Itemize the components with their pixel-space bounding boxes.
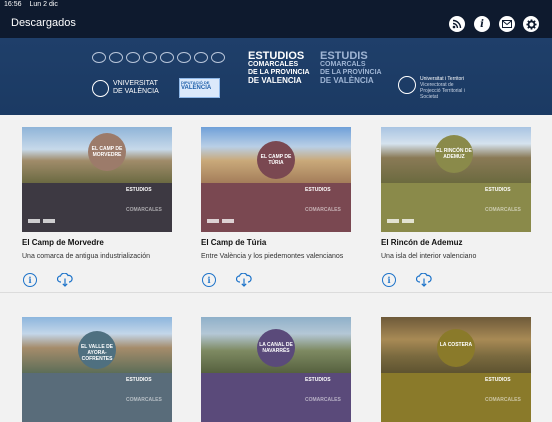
cover-logos bbox=[28, 219, 55, 223]
card-subtitle: Entre València y los piedemontes valenci… bbox=[201, 253, 344, 260]
university-name-2: DE VALÈNCIA bbox=[113, 88, 159, 95]
nav-bar: Descargados i bbox=[0, 10, 552, 38]
mail-icon[interactable] bbox=[499, 16, 515, 32]
info-button[interactable]: i bbox=[23, 273, 37, 287]
book-cover[interactable]: EL VALLE DE AYORA-COFRENTES ESTUDIOS COM… bbox=[22, 317, 172, 422]
cover-badge: EL RINCÓN DE ADEMUZ bbox=[435, 135, 473, 173]
header-banner: VNIVERSITAT DE VALÈNCIA DIPUTACIÓ DE VAL… bbox=[0, 38, 552, 115]
book-card[interactable]: LA COSTERA ESTUDIOS COMARCALES bbox=[381, 317, 531, 422]
cover-series: ESTUDIOS bbox=[305, 187, 331, 193]
collection-title-es: ESTUDIOS COMARCALES DE LA PROVINCIA DE V… bbox=[248, 50, 310, 85]
book-card[interactable]: EL RINCÓN DE ADEMUZ ESTUDIOS COMARCALES … bbox=[381, 127, 531, 287]
cover-series-sub: COMARCALES bbox=[485, 397, 521, 403]
status-bar: 16:56 Lun 2 dic bbox=[0, 0, 552, 10]
rss-icon[interactable] bbox=[449, 16, 465, 32]
cover-series-sub: COMARCALES bbox=[305, 397, 341, 403]
partner-logos bbox=[92, 52, 225, 63]
cover-series: ESTUDIOS bbox=[126, 377, 152, 383]
cover-badge: EL CAMP DE TÚRIA bbox=[257, 141, 295, 179]
card-actions: i bbox=[22, 273, 172, 287]
partner-logo bbox=[177, 52, 191, 63]
partner-logo bbox=[211, 52, 225, 63]
book-card[interactable]: EL CAMP DE TÚRIA ESTUDIOS COMARCALES El … bbox=[201, 127, 351, 287]
row-divider bbox=[0, 292, 552, 293]
downloads-grid: EL CAMP DE MORVEDRE ESTUDIOS COMARCALES … bbox=[0, 115, 552, 422]
cover-badge: LA COSTERA bbox=[437, 329, 475, 367]
settings-icon[interactable] bbox=[523, 16, 539, 32]
cover-series-sub: COMARCALES bbox=[485, 207, 521, 213]
page-title: Descargados bbox=[11, 17, 76, 29]
partner-logo bbox=[109, 52, 123, 63]
collection-title-va: ESTUDIS COMARCALS DE LA PROVÍNCIA DE VAL… bbox=[320, 50, 382, 85]
seal-icon bbox=[92, 79, 109, 97]
info-icon[interactable]: i bbox=[474, 16, 490, 32]
book-cover[interactable]: LA COSTERA ESTUDIOS COMARCALES bbox=[381, 317, 531, 422]
cover-series: ESTUDIOS bbox=[485, 187, 511, 193]
book-cover[interactable]: EL RINCÓN DE ADEMUZ ESTUDIOS COMARCALES bbox=[381, 127, 531, 232]
cover-series-sub: COMARCALES bbox=[126, 397, 162, 403]
card-actions: i bbox=[201, 273, 351, 287]
book-card[interactable]: LA CANAL DE NAVARRÉS ESTUDIOS COMARCALES bbox=[201, 317, 351, 422]
partner-logo bbox=[126, 52, 140, 63]
partner-logo bbox=[194, 52, 208, 63]
diputacion-logo: DIPUTACIÓ DE VALENCIA bbox=[179, 78, 220, 98]
card-subtitle: Una isla del interior valenciano bbox=[381, 253, 477, 260]
partner-logo bbox=[143, 52, 157, 63]
status-date: Lun 2 dic bbox=[29, 1, 58, 8]
university-name-1: VNIVERSITAT bbox=[113, 80, 158, 87]
cover-logos bbox=[387, 219, 414, 223]
card-subtitle: Una comarca de antigua industrialización bbox=[22, 253, 151, 260]
info-button[interactable]: i bbox=[382, 273, 396, 287]
book-cover[interactable]: EL CAMP DE MORVEDRE ESTUDIOS COMARCALES bbox=[22, 127, 172, 232]
book-cover[interactable]: LA CANAL DE NAVARRÉS ESTUDIOS COMARCALES bbox=[201, 317, 351, 422]
download-cloud-icon[interactable] bbox=[236, 273, 252, 287]
cover-series: ESTUDIOS bbox=[305, 377, 331, 383]
book-card[interactable]: EL CAMP DE MORVEDRE ESTUDIOS COMARCALES … bbox=[22, 127, 172, 287]
status-time: 16:56 bbox=[4, 1, 22, 8]
partner-logo bbox=[92, 52, 106, 63]
universitat-territori-logo: Universitat i Territori Vicerectorat de … bbox=[398, 76, 470, 100]
cover-badge: EL CAMP DE MORVEDRE bbox=[88, 133, 126, 171]
info-button[interactable]: i bbox=[202, 273, 216, 287]
cover-series: ESTUDIOS bbox=[126, 187, 152, 193]
university-logo: VNIVERSITAT DE VALÈNCIA bbox=[92, 78, 170, 98]
card-title[interactable]: El Camp de Túria bbox=[201, 238, 351, 247]
cover-badge: LA CANAL DE NAVARRÉS bbox=[257, 329, 295, 367]
cover-series-sub: COMARCALES bbox=[126, 207, 162, 213]
cover-series: ESTUDIOS bbox=[485, 377, 511, 383]
download-cloud-icon[interactable] bbox=[416, 273, 432, 287]
card-title[interactable]: El Rincón de Ademuz bbox=[381, 238, 531, 247]
partner-logo bbox=[160, 52, 174, 63]
cover-logos bbox=[207, 219, 234, 223]
book-cover[interactable]: EL CAMP DE TÚRIA ESTUDIOS COMARCALES bbox=[201, 127, 351, 232]
ut-seal-icon bbox=[398, 76, 416, 94]
cover-series-sub: COMARCALES bbox=[305, 207, 341, 213]
download-cloud-icon[interactable] bbox=[57, 273, 73, 287]
card-actions: i bbox=[381, 273, 531, 287]
cover-badge: EL VALLE DE AYORA-COFRENTES bbox=[78, 331, 116, 369]
card-title[interactable]: El Camp de Morvedre bbox=[22, 238, 172, 247]
book-card[interactable]: EL VALLE DE AYORA-COFRENTES ESTUDIOS COM… bbox=[22, 317, 172, 422]
